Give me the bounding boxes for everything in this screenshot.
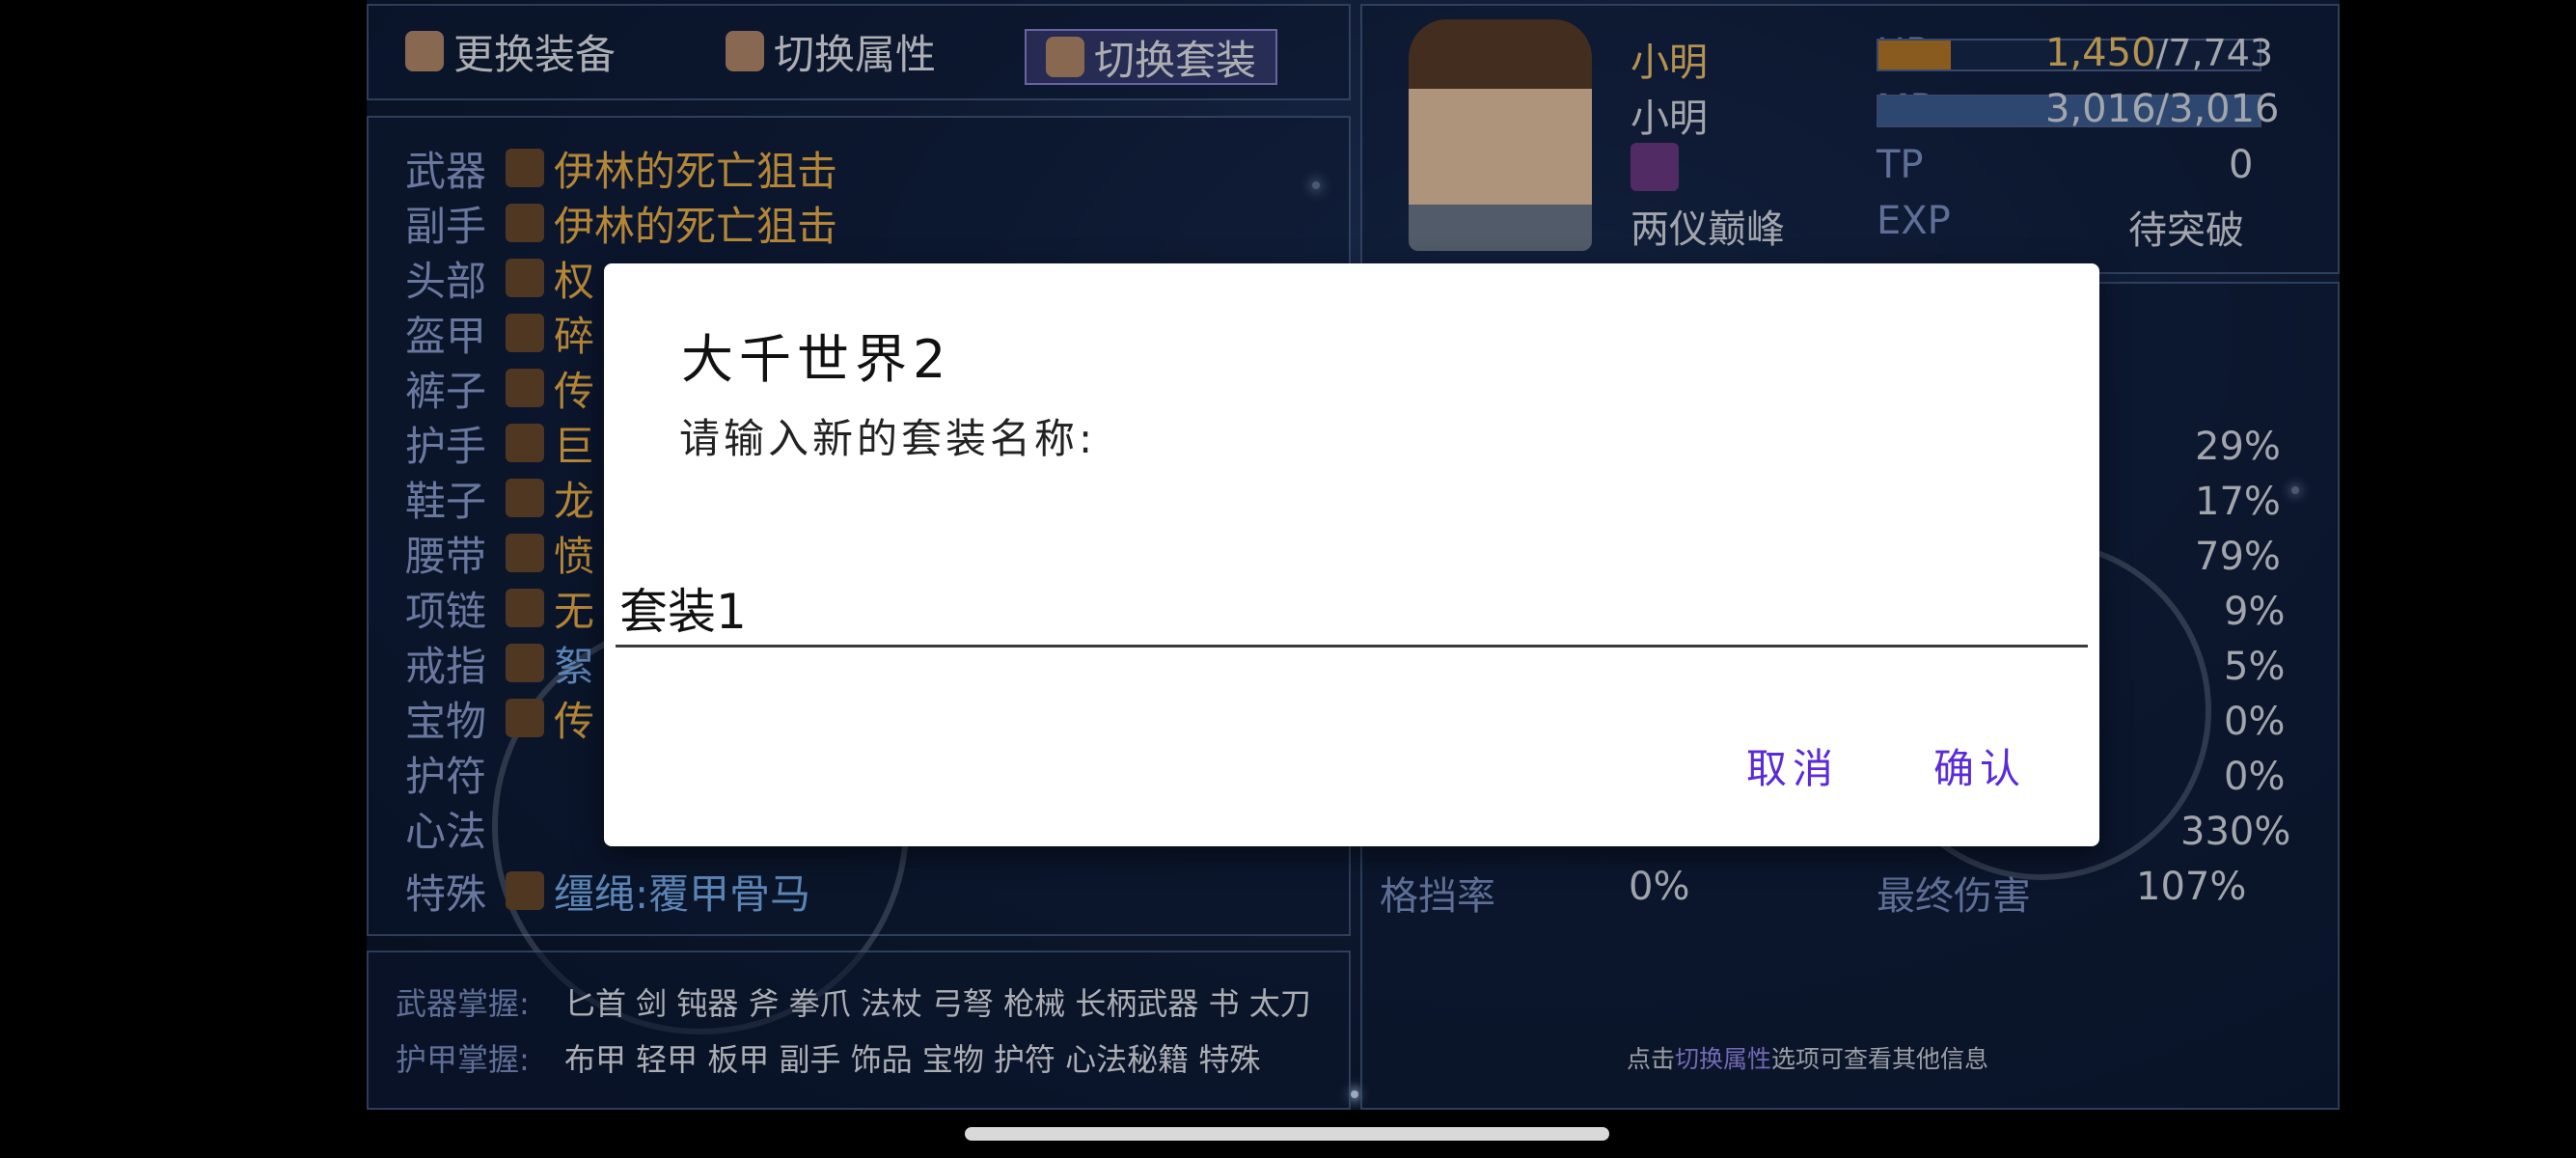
- set-name-input[interactable]: [616, 570, 2088, 648]
- dialog-title: 大千世界2: [681, 329, 952, 390]
- rename-set-dialog: 大千世界2 请输入新的套装名称: 取消 确认: [604, 263, 2099, 846]
- cancel-button[interactable]: 取消: [1746, 736, 1839, 795]
- home-indicator[interactable]: [965, 1127, 1609, 1141]
- confirm-button[interactable]: 确认: [1933, 736, 2026, 795]
- dialog-message: 请输入新的套装名称:: [679, 415, 1097, 462]
